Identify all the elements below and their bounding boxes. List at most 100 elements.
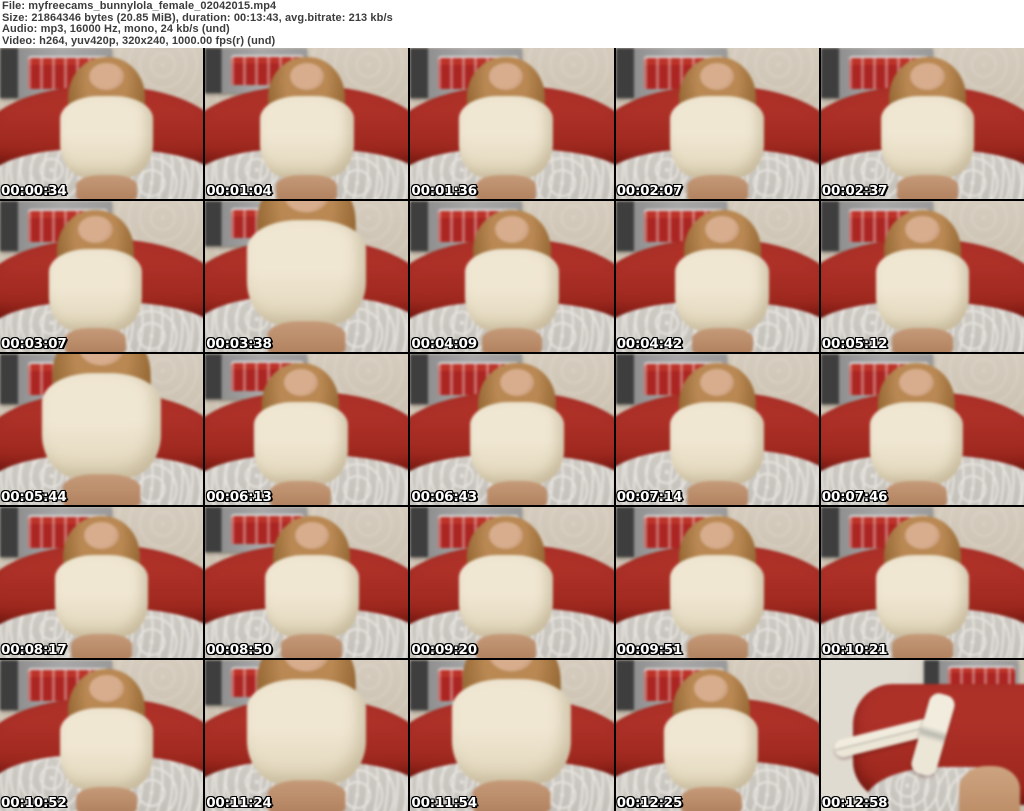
thumbnail-timestamp: 00:11:24 [206, 795, 272, 811]
video-thumbnail: 00:08:17 [0, 507, 204, 658]
legs-shape [686, 633, 748, 658]
thumbnail-image [820, 48, 1024, 199]
thumbnail-image [410, 660, 614, 811]
sweater-shape [664, 708, 758, 790]
sweater-shape [459, 555, 553, 637]
person-figure [826, 48, 1024, 199]
thumbnail-timestamp: 00:11:54 [411, 795, 477, 811]
thumbnail-timestamp: 00:04:09 [411, 336, 477, 352]
sweater-shape [875, 249, 970, 331]
thumbnail-timestamp: 00:12:58 [821, 795, 888, 811]
thumbnail-timestamp: 00:09:51 [616, 642, 683, 658]
sweater-shape [470, 402, 564, 484]
thumbnail-timestamp: 00:05:12 [821, 336, 888, 352]
legs-shape [475, 633, 537, 658]
thumbnail-image [410, 354, 614, 505]
person-figure [210, 507, 408, 658]
video-thumbnail: 00:11:24 [205, 660, 409, 811]
person-figure [616, 660, 813, 811]
face-shape [84, 522, 119, 550]
thumbnail-image [0, 354, 204, 505]
sweater-shape [246, 220, 367, 325]
video-thumbnail: 00:01:04 [205, 48, 409, 199]
legs-shape [475, 174, 537, 199]
person-figure [415, 354, 613, 505]
thumbnail-image [0, 660, 204, 811]
sweater-shape [48, 249, 143, 331]
thumbnail-image [0, 507, 204, 658]
face-shape [89, 675, 124, 703]
legs-shape [76, 174, 138, 199]
thumbnail-timestamp: 00:07:46 [821, 489, 888, 505]
face-shape [499, 369, 535, 397]
audio-info-line: Audio: mp3, 16000 Hz, mono, 24 kb/s (und… [2, 23, 230, 35]
face-shape [488, 63, 524, 91]
face-shape [494, 216, 530, 244]
legs-shape [267, 780, 346, 811]
thumbnail-timestamp: 00:09:20 [411, 642, 477, 658]
thigh-shape [958, 765, 1020, 811]
sweater-shape [54, 555, 149, 637]
sweater-shape [265, 555, 359, 637]
video-thumbnail: 00:02:37 [820, 48, 1024, 199]
legs-shape [686, 480, 748, 505]
sweater-shape [452, 679, 572, 784]
person-figure [821, 201, 1024, 352]
thumbnail-timestamp: 00:12:25 [616, 795, 683, 811]
person-figure [616, 507, 819, 658]
thumbnail-timestamp: 00:08:17 [1, 642, 67, 658]
thumbnail-image [615, 354, 819, 505]
thumbnail-timestamp: 00:10:21 [821, 642, 888, 658]
thumbnail-timestamp: 00:05:44 [1, 489, 67, 505]
thumbnail-image [0, 48, 204, 199]
person-figure [410, 507, 607, 658]
thumbnail-image [410, 507, 614, 658]
thumbnail-timestamp: 00:01:04 [206, 183, 272, 199]
person-figure [621, 201, 819, 352]
thumbnail-image [820, 660, 1024, 811]
legs-shape [267, 321, 346, 352]
thumbnail-timestamp: 00:06:13 [206, 489, 272, 505]
person-figure [0, 354, 203, 505]
thumbnail-image [615, 507, 819, 658]
sweater-shape [675, 249, 770, 331]
person-figure [5, 48, 203, 199]
video-thumbnail: 00:04:42 [615, 201, 819, 352]
video-thumbnail: 00:05:44 [0, 354, 204, 505]
thumbnail-timestamp: 00:00:34 [1, 183, 67, 199]
legs-shape [680, 786, 742, 811]
sweater-shape [59, 96, 154, 178]
legs-shape [885, 480, 947, 505]
person-figure [410, 660, 613, 811]
thumbnail-image [615, 48, 819, 199]
person-figure [616, 354, 819, 505]
sweater-shape [246, 679, 367, 784]
video-thumbnail: 00:10:21 [820, 507, 1024, 658]
thumbnail-image [820, 354, 1024, 505]
video-thumbnail: 00:07:14 [615, 354, 819, 505]
person-figure [821, 354, 1018, 505]
thumbnail-image [205, 48, 409, 199]
video-thumbnail: 00:03:38 [205, 201, 409, 352]
legs-shape [686, 174, 748, 199]
face-shape [910, 63, 945, 91]
person-figure [205, 660, 408, 811]
video-thumbnail: 00:12:25 [615, 660, 819, 811]
legs-shape [891, 327, 953, 352]
legs-shape [481, 327, 543, 352]
sweater-shape [670, 96, 764, 178]
legs-shape [76, 786, 138, 811]
thumbnail-image [820, 201, 1024, 352]
legs-shape [891, 633, 953, 658]
thumbnail-image [205, 507, 409, 658]
thumbnail-image [410, 48, 614, 199]
legs-shape [486, 480, 548, 505]
face-shape [488, 522, 524, 550]
face-shape [294, 522, 330, 550]
face-shape [693, 675, 729, 703]
legs-shape [896, 174, 958, 199]
thumbnail-image [205, 660, 409, 811]
person-figure [410, 201, 613, 352]
face-shape [699, 522, 735, 550]
video-thumbnail: 00:10:52 [0, 660, 204, 811]
